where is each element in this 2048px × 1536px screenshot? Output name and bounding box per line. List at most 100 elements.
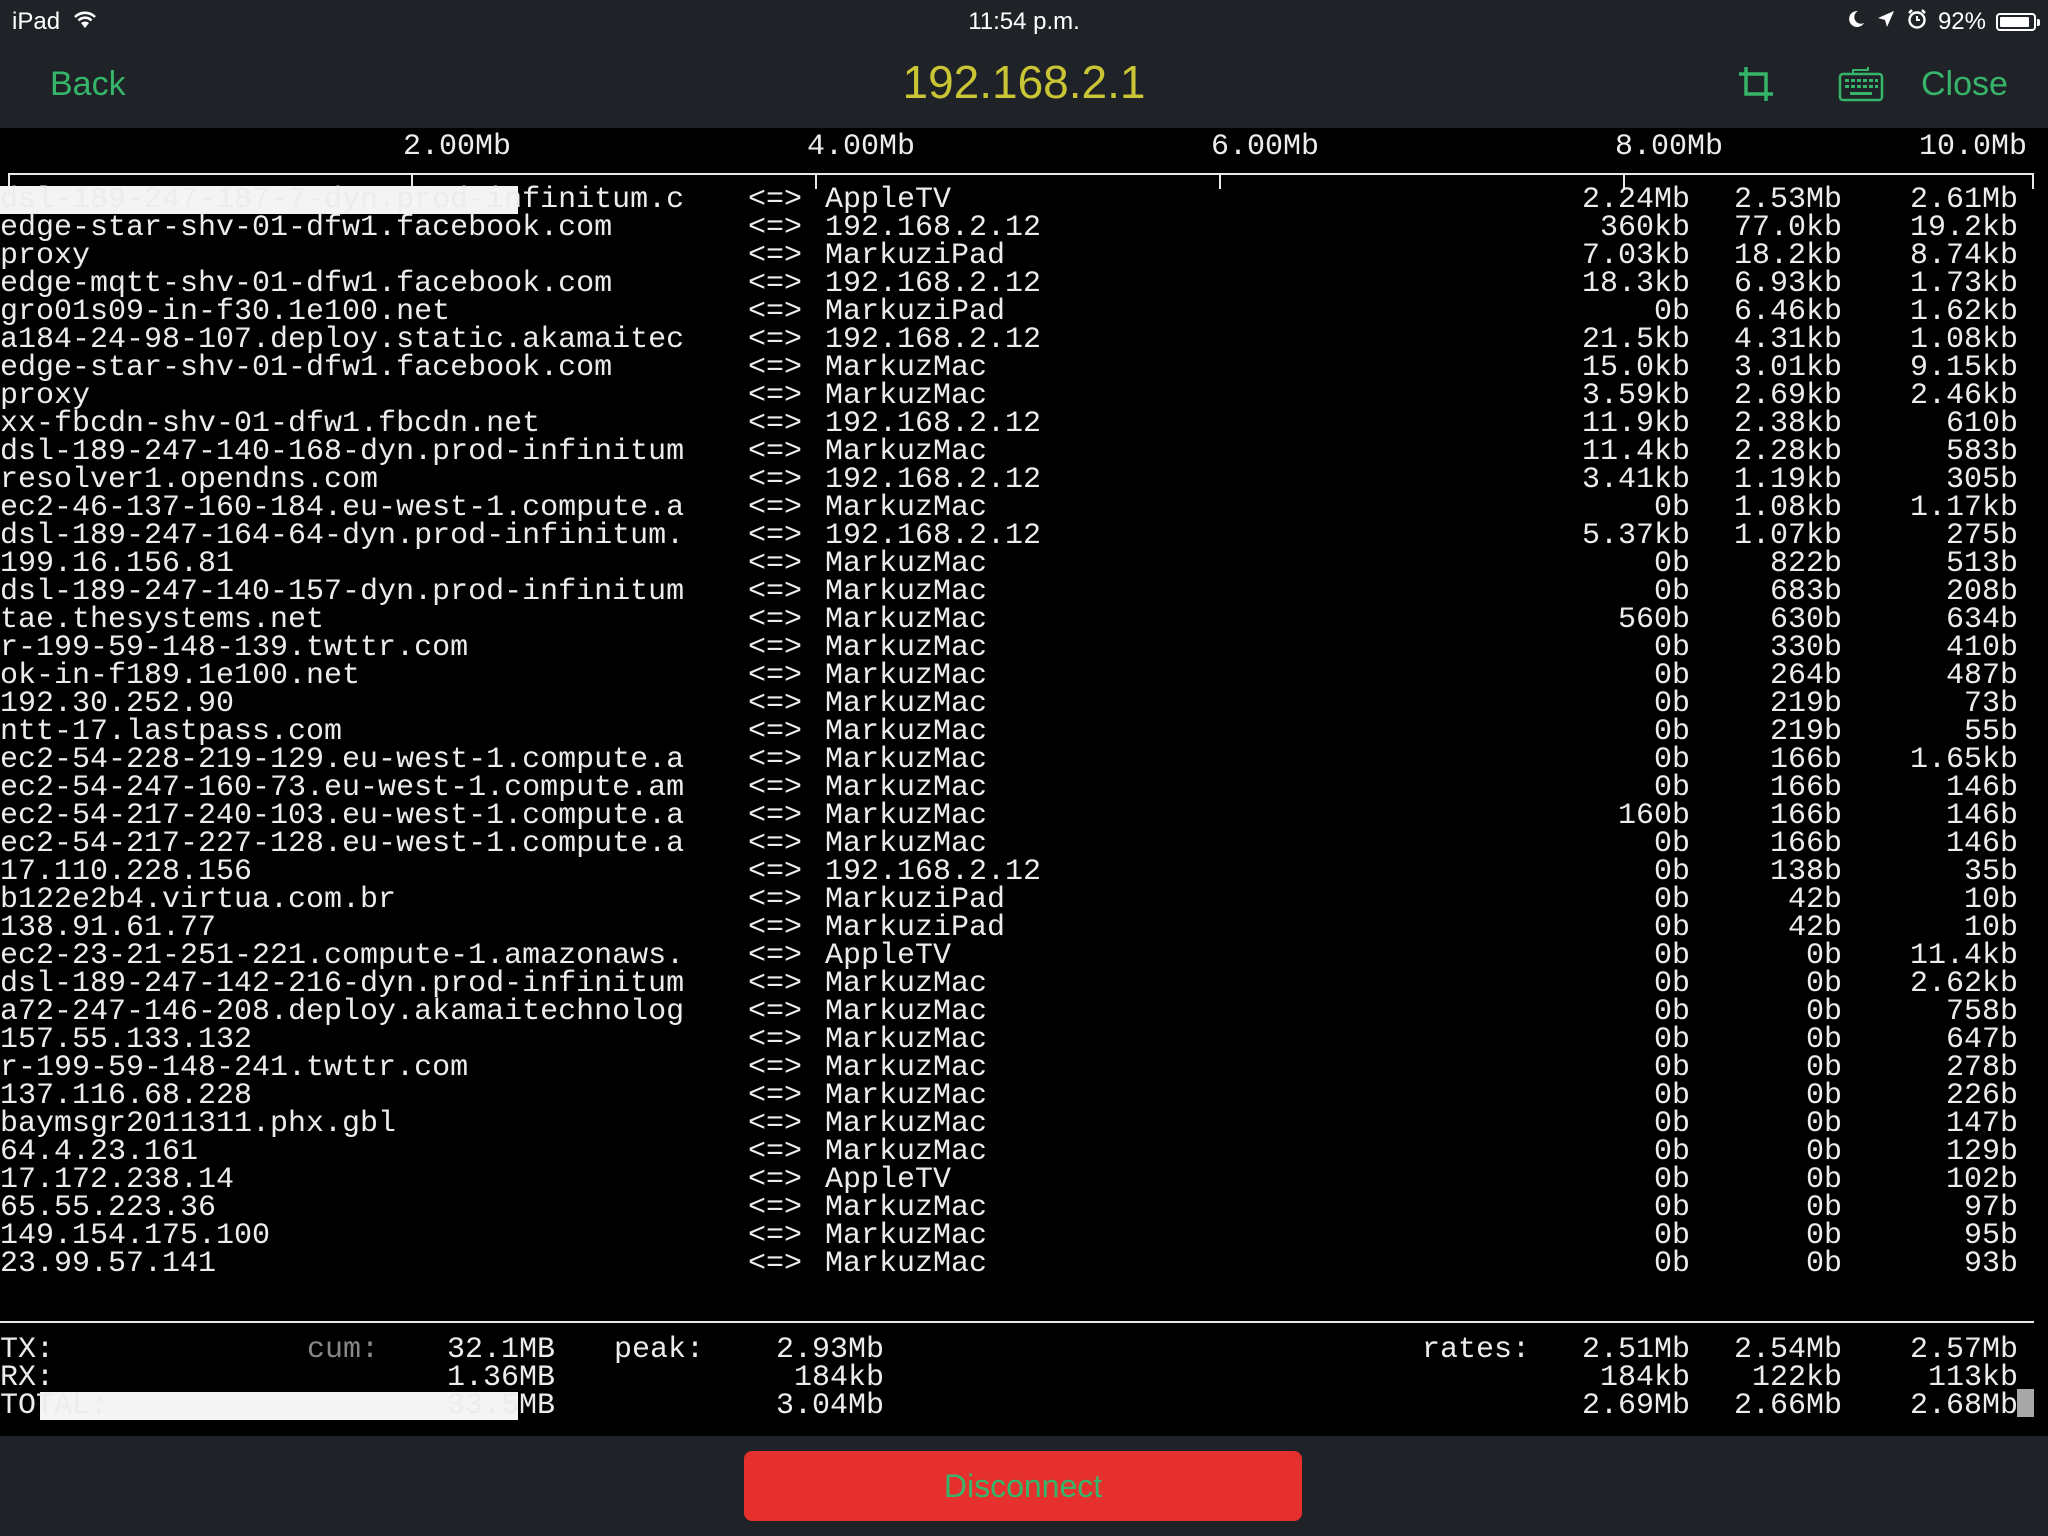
direction-arrow: <=> [748, 603, 803, 637]
table-row: b122e2b4.virtua.com.br <=> MarkuziPad 0b 42b… [0, 883, 2048, 917]
direction-arrow: <=> [748, 939, 803, 973]
local-host: MarkuzMac [825, 715, 988, 749]
terminal-view[interactable]: 2.00Mb 4.00Mb 6.00Mb 8.00Mb 10.0Mb dsl-1… [0, 128, 2048, 1436]
rate-40s: 2.62kb [1909, 967, 2018, 1001]
direction-arrow: <=> [748, 1219, 803, 1253]
remote-host: dsl-189-247-140-157-dyn.prod-infinitum [0, 575, 685, 609]
disconnect-button[interactable]: Disconnect [744, 1451, 1302, 1521]
local-host: MarkuzMac [825, 1135, 988, 1169]
rate-40s: 2.68Mb [1909, 1389, 2018, 1423]
rate-40s: 93b [1963, 1247, 2018, 1281]
table-row: ec2-54-217-240-103.eu-west-1.compute.a <=… [0, 799, 2048, 833]
table-row: r-199-59-148-139.twttr.com <=> MarkuzMac 0b… [0, 631, 2048, 665]
direction-arrow: <=> [748, 995, 803, 1029]
table-row: 17.172.238.14 <=> AppleTV 0b 0b 102b [0, 1163, 2048, 1197]
rate-40s: 1.17kb [1909, 491, 2018, 525]
rate-40s: 275b [1945, 519, 2018, 553]
local-host: 192.168.2.12 [825, 855, 1042, 889]
rate-40s: 2.57Mb [1909, 1333, 2018, 1367]
remote-host: baymsgr2011311.phx.gbl [0, 1107, 397, 1141]
table-row: 157.55.133.132 <=> MarkuzMac 0b 0b 647b [0, 1023, 2048, 1057]
remote-host: ec2-54-217-240-103.eu-west-1.compute.a [0, 799, 685, 833]
local-host: MarkuzMac [825, 995, 988, 1029]
keyboard-icon[interactable] [1838, 66, 1884, 102]
connection-list: dsl-189-247-187-7-dyn.prod-infinitum.c <=… [0, 183, 2048, 1281]
rate-40s: 610b [1945, 407, 2018, 441]
close-button[interactable]: Close [1921, 62, 2008, 106]
rate-2s: 7.03kb [1581, 239, 1690, 273]
remote-host: dsl-189-247-164-64-dyn.prod-infinitum. [0, 519, 685, 553]
local-host: 192.168.2.12 [825, 519, 1042, 553]
rate-10s: 0b [1805, 1079, 1842, 1113]
rate-40s: 102b [1945, 1163, 2018, 1197]
direction-arrow: <=> [748, 239, 803, 273]
rate-40s: 2.46kb [1909, 379, 2018, 413]
direction-arrow: <=> [748, 631, 803, 665]
rate-10s: 0b [1805, 1135, 1842, 1169]
direction-arrow: <=> [748, 687, 803, 721]
remote-host: ec2-54-247-160-73.eu-west-1.compute.am [0, 771, 685, 805]
rate-2s: 0b [1653, 715, 1690, 749]
direction-arrow: <=> [748, 1247, 803, 1281]
rate-10s: 822b [1769, 547, 1842, 581]
rate-40s: 95b [1963, 1219, 2018, 1253]
direction-arrow: <=> [748, 799, 803, 833]
direction-arrow: <=> [748, 463, 803, 497]
rate-40s: 11.4kb [1909, 939, 2018, 973]
direction-arrow: <=> [748, 491, 803, 525]
rate-10s: 1.08kb [1733, 491, 1842, 525]
remote-host: 157.55.133.132 [0, 1023, 253, 1057]
direction-arrow: <=> [748, 1079, 803, 1113]
local-host: 192.168.2.12 [825, 267, 1042, 301]
rate-2s: 184kb [1599, 1361, 1690, 1395]
table-row: proxy <=> MarkuzMac 3.59kb 2.69kb 2.46kb [0, 379, 2048, 413]
rate-2s: 0b [1653, 911, 1690, 945]
rate-10s: 0b [1805, 1219, 1842, 1253]
local-host: MarkuzMac [825, 575, 988, 609]
rate-2s: 0b [1653, 771, 1690, 805]
moon-icon [1846, 8, 1866, 36]
table-row: 64.4.23.161 <=> MarkuzMac 0b 0b 129b [0, 1135, 2048, 1169]
local-host: MarkuzMac [825, 1107, 988, 1141]
terminal-cursor [2017, 1389, 2034, 1417]
totals-row-total: TOTAL: 33.5MB 3.04Mb 2.69Mb 2.66Mb 2.68M… [0, 1389, 2048, 1423]
direction-arrow: <=> [748, 379, 803, 413]
local-host: MarkuzMac [825, 799, 988, 833]
local-host: AppleTV [825, 183, 952, 217]
local-host: MarkuzMac [825, 1051, 988, 1085]
status-bar-right: 92% [1846, 7, 2040, 37]
remote-host: 138.91.61.77 [0, 911, 217, 945]
table-row: resolver1.opendns.com <=> 192.168.2.12 3.41… [0, 463, 2048, 497]
rate-2s: 0b [1653, 855, 1690, 889]
scale-label: 10.0Mb [1919, 130, 2028, 164]
table-row: a72-247-146-208.deploy.akamaitechnolog <=… [0, 995, 2048, 1029]
rate-2s: 21.5kb [1581, 323, 1690, 357]
table-row: dsl-189-247-142-216-dyn.prod-infinitum <=… [0, 967, 2048, 1001]
remote-host: 137.116.68.228 [0, 1079, 253, 1113]
remote-host: edge-star-shv-01-dfw1.facebook.com [0, 351, 613, 385]
rate-2s: 0b [1653, 883, 1690, 917]
local-host: 192.168.2.12 [825, 463, 1042, 497]
table-row: ec2-54-247-160-73.eu-west-1.compute.am <=… [0, 771, 2048, 805]
local-host: MarkuzMac [825, 435, 988, 469]
rate-2s: 2.51Mb [1581, 1333, 1690, 1367]
crop-icon[interactable] [1736, 64, 1776, 104]
table-row: edge-mqtt-shv-01-dfw1.facebook.com <=> 192… [0, 267, 2048, 301]
rate-40s: 129b [1945, 1135, 2018, 1169]
rate-40s: 583b [1945, 435, 2018, 469]
rate-10s: 166b [1769, 743, 1842, 777]
rate-2s: 160b [1617, 799, 1690, 833]
bottom-bar: Disconnect [0, 1436, 2048, 1536]
rate-2s: 360kb [1599, 211, 1690, 245]
rate-40s: 2.61Mb [1909, 183, 2018, 217]
remote-host: ec2-23-21-251-221.compute-1.amazonaws. [0, 939, 685, 973]
rate-2s: 0b [1653, 575, 1690, 609]
remote-host: resolver1.opendns.com [0, 463, 379, 497]
remote-host: ntt-17.lastpass.com [0, 715, 343, 749]
peak-value: 3.04Mb [775, 1389, 884, 1423]
table-row: dsl-189-247-140-157-dyn.prod-infinitum <=… [0, 575, 2048, 609]
direction-arrow: <=> [748, 771, 803, 805]
direction-arrow: <=> [748, 1107, 803, 1141]
alarm-icon [1906, 8, 1928, 37]
local-host: MarkuzMac [825, 1079, 988, 1113]
